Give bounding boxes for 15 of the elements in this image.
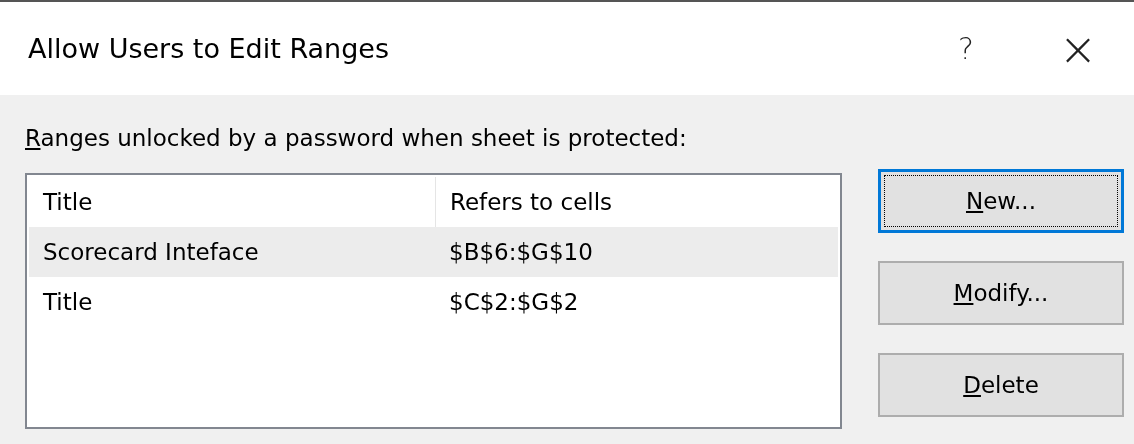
dialog-button[interactable]: Modify... bbox=[878, 261, 1124, 325]
range-row[interactable]: Scorecard Inteface $B$6:$G$10 bbox=[29, 227, 838, 277]
ranges-list[interactable]: Title Refers to cells Scorecard Inteface $B$6:$G$10 Title $C$2:$G$2 bbox=[25, 173, 842, 429]
dialog-button[interactable]: Delete bbox=[878, 353, 1124, 417]
table-cell-text: $C$2:$G$2 bbox=[448, 288, 580, 317]
close-button[interactable]: × bbox=[1048, 25, 1108, 72]
column-header[interactable]: Title bbox=[29, 177, 435, 227]
table-cell-text: Scorecard Inteface bbox=[42, 238, 260, 267]
window-title: Allow Users to Edit Ranges bbox=[28, 33, 391, 64]
range-row[interactable]: Title $C$2:$G$2 bbox=[29, 277, 838, 327]
table-cell-text: $B$6:$G$10 bbox=[448, 238, 594, 267]
ranges-label: Ranges unlocked by a password when sheet is protected: bbox=[25, 125, 688, 153]
dialog-button[interactable]: New... bbox=[878, 169, 1124, 233]
table-cell-text: Title bbox=[42, 288, 94, 317]
help-button[interactable]: ? bbox=[936, 31, 996, 66]
